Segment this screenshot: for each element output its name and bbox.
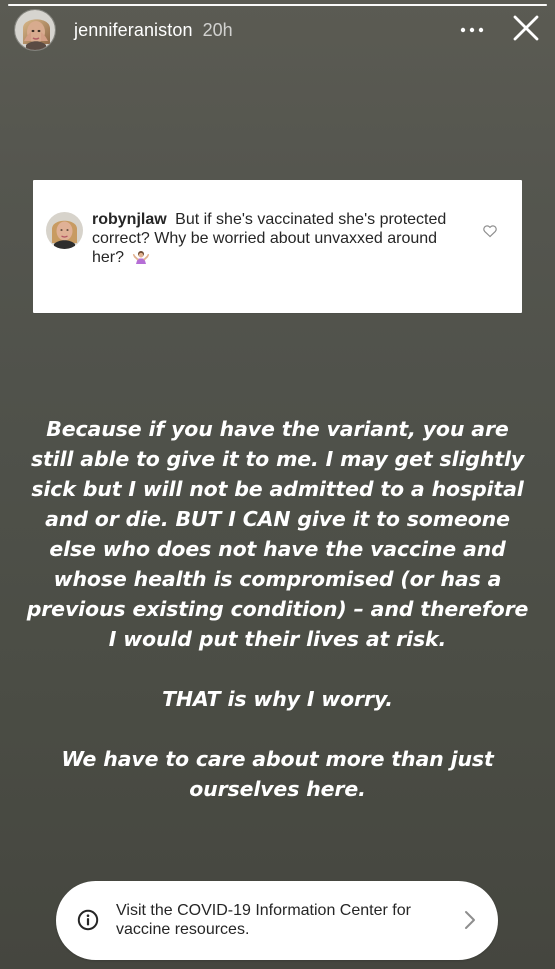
like-comment-button[interactable] (482, 223, 498, 239)
heart-icon (483, 225, 497, 238)
story-timestamp: 20h (202, 19, 233, 40)
more-icon (460, 27, 484, 33)
story-progress-fill (8, 4, 547, 6)
more-options-button[interactable] (457, 16, 487, 44)
story-progress-bar (8, 4, 547, 6)
comment-username[interactable]: robynjlaw (92, 211, 167, 228)
message-paragraph-2: THAT is why I worry. (162, 687, 393, 711)
person-shrugging-emoji-icon (132, 248, 150, 266)
covid-info-text: Visit the COVID-19 Information Center fo… (116, 902, 411, 938)
close-story-button[interactable] (511, 13, 541, 43)
message-paragraph-1: Because if you have the variant, you are… (26, 417, 529, 651)
covid-info-banner[interactable]: Visit the COVID-19 Information Center fo… (56, 881, 498, 960)
story-message: Because if you have the variant, you are… (26, 414, 529, 804)
close-icon (513, 15, 539, 41)
story-header: jenniferaniston 20h (14, 8, 541, 52)
chevron-right-icon (463, 909, 477, 931)
message-paragraph-3: We have to care about more than just our… (61, 747, 494, 801)
comment-text-block: robynjlaw But if she's vaccinated she's … (92, 210, 472, 267)
info-icon (77, 909, 99, 931)
username[interactable]: jenniferaniston (74, 20, 193, 41)
shared-comment-card[interactable]: robynjlaw But if she's vaccinated she's … (33, 180, 522, 313)
story-viewer: jenniferaniston 20h robynjlaw But if she… (0, 0, 555, 969)
profile-avatar[interactable] (14, 9, 56, 51)
commenter-avatar[interactable] (46, 212, 83, 249)
